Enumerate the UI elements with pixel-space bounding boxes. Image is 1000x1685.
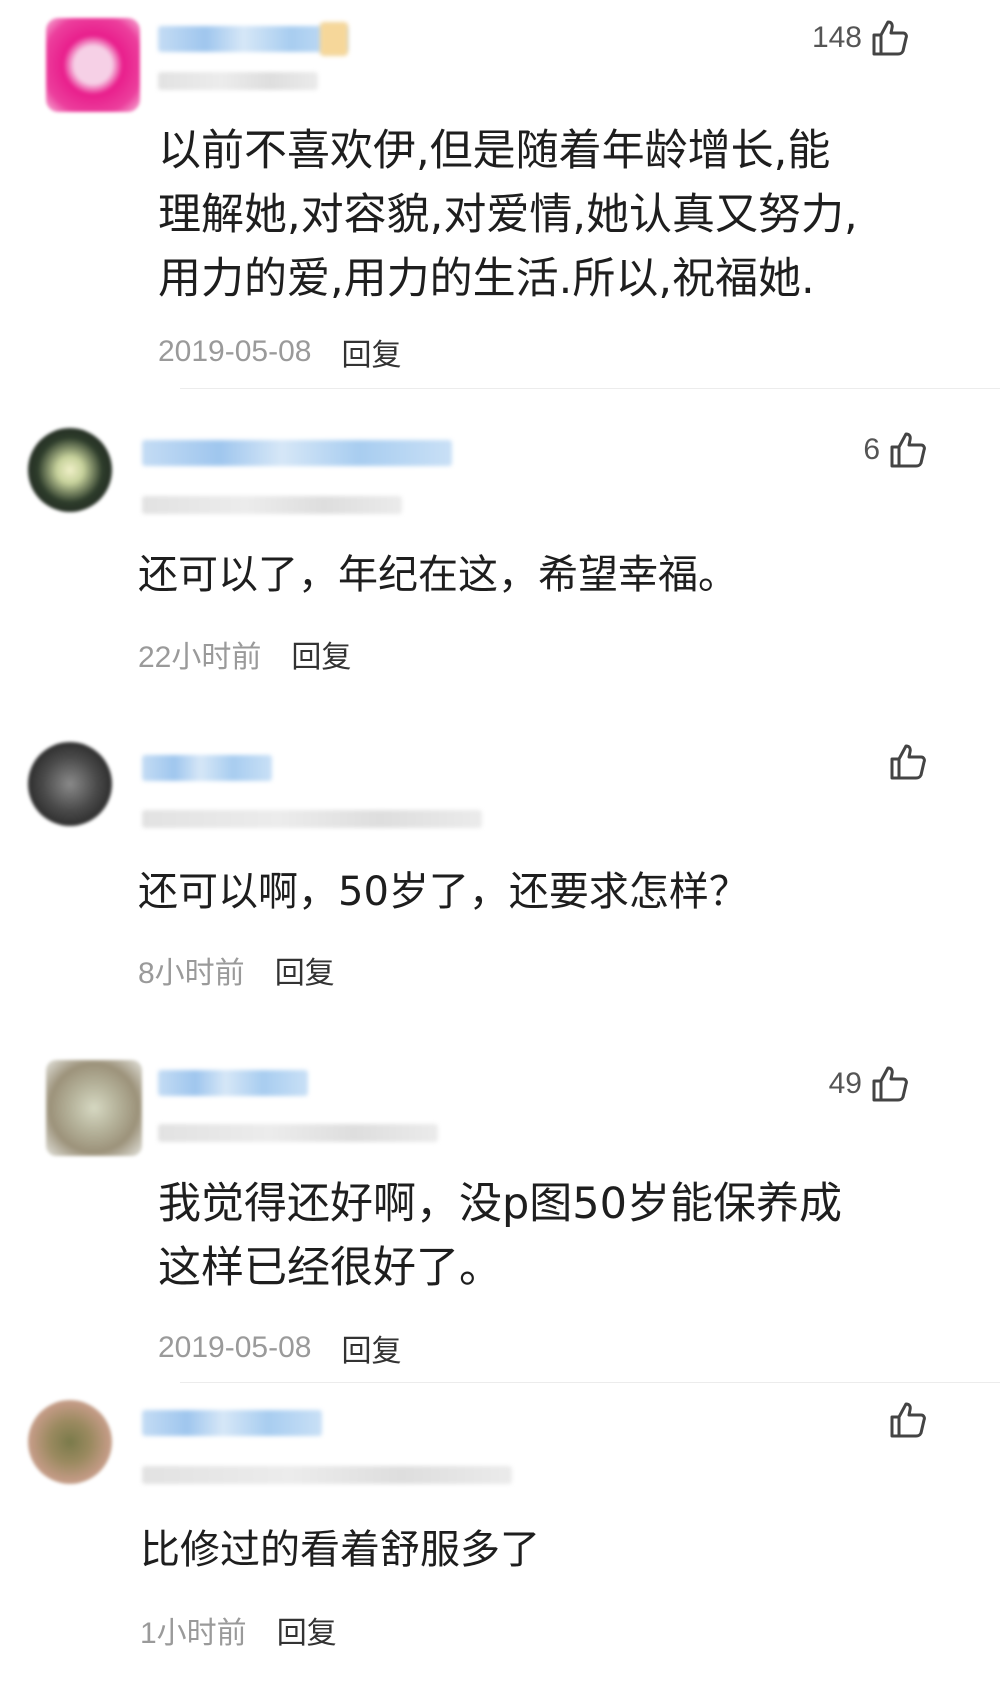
like-count: 6: [863, 433, 880, 466]
reply-button[interactable]: 回复: [341, 330, 401, 374]
like-button[interactable]: [880, 742, 928, 782]
comment-text-line: 我觉得还好啊，没p图50岁能保养成: [158, 1179, 843, 1229]
comment-text-line: 还可以了，年纪在这，希望幸福。: [138, 552, 738, 598]
comment-time: 8小时前: [138, 957, 245, 990]
comment-footer: 2019-05-08 回复: [158, 330, 401, 374]
user-meta-blurred: [142, 810, 482, 828]
thumbs-up-icon: [890, 744, 926, 780]
user-meta-blurred: [158, 1124, 438, 1142]
reply-button[interactable]: 回复: [291, 632, 351, 676]
comment-text-line: 以前不喜欢伊,但是随着年龄增长,能: [158, 126, 831, 176]
comment-footer: 1小时前 回复: [140, 1608, 337, 1652]
comment-text-line: 理解她,对容貌,对爱情,她认真又努力,: [158, 190, 858, 240]
like-button[interactable]: 148: [812, 18, 910, 58]
reply-button[interactable]: 回复: [341, 1326, 401, 1370]
like-button[interactable]: 49: [829, 1064, 910, 1104]
like-count: 148: [811, 21, 862, 54]
comment-footer: 2019-05-08 回复: [158, 1326, 401, 1370]
divider: [180, 388, 1000, 389]
comment-text-line: 还可以啊，50岁了，还要求怎样？: [138, 869, 749, 915]
avatar[interactable]: [28, 1400, 112, 1484]
thumbs-up-icon: [890, 1402, 926, 1438]
thumbs-up-icon: [872, 20, 908, 56]
user-meta-blurred: [142, 1466, 512, 1484]
comment-time: 1小时前: [140, 1617, 247, 1650]
user-meta-blurred: [158, 72, 318, 90]
avatar[interactable]: [46, 18, 140, 112]
comment-text-line: 这样已经很好了。: [158, 1243, 502, 1293]
comment-text-line: 用力的爱,用力的生活.所以,祝福她.: [158, 254, 815, 304]
avatar[interactable]: [28, 428, 112, 512]
comment-footer: 22小时前 回复: [138, 632, 351, 676]
username-blurred[interactable]: [142, 440, 452, 466]
username-blurred[interactable]: [158, 1070, 308, 1096]
comment-time: 22小时前: [138, 641, 262, 674]
thumbs-up-icon: [890, 432, 926, 468]
badge-blurred: [320, 22, 348, 56]
user-meta-blurred: [142, 496, 402, 514]
username-blurred[interactable]: [142, 1410, 322, 1436]
comment-time: 2019-05-08: [158, 335, 312, 368]
thumbs-up-icon: [872, 1066, 908, 1102]
avatar[interactable]: [28, 742, 112, 826]
like-button[interactable]: 6: [863, 430, 928, 470]
comment-footer: 8小时前 回复: [138, 948, 335, 992]
avatar[interactable]: [46, 1060, 142, 1156]
reply-button[interactable]: 回复: [277, 1608, 337, 1652]
reply-button[interactable]: 回复: [275, 948, 335, 992]
username-blurred[interactable]: [142, 755, 272, 781]
comment-text-line: 比修过的看着舒服多了: [140, 1527, 540, 1573]
like-count: 49: [828, 1067, 862, 1100]
divider: [180, 1382, 1000, 1383]
like-button[interactable]: [880, 1400, 928, 1440]
comment-time: 2019-05-08: [158, 1331, 312, 1364]
